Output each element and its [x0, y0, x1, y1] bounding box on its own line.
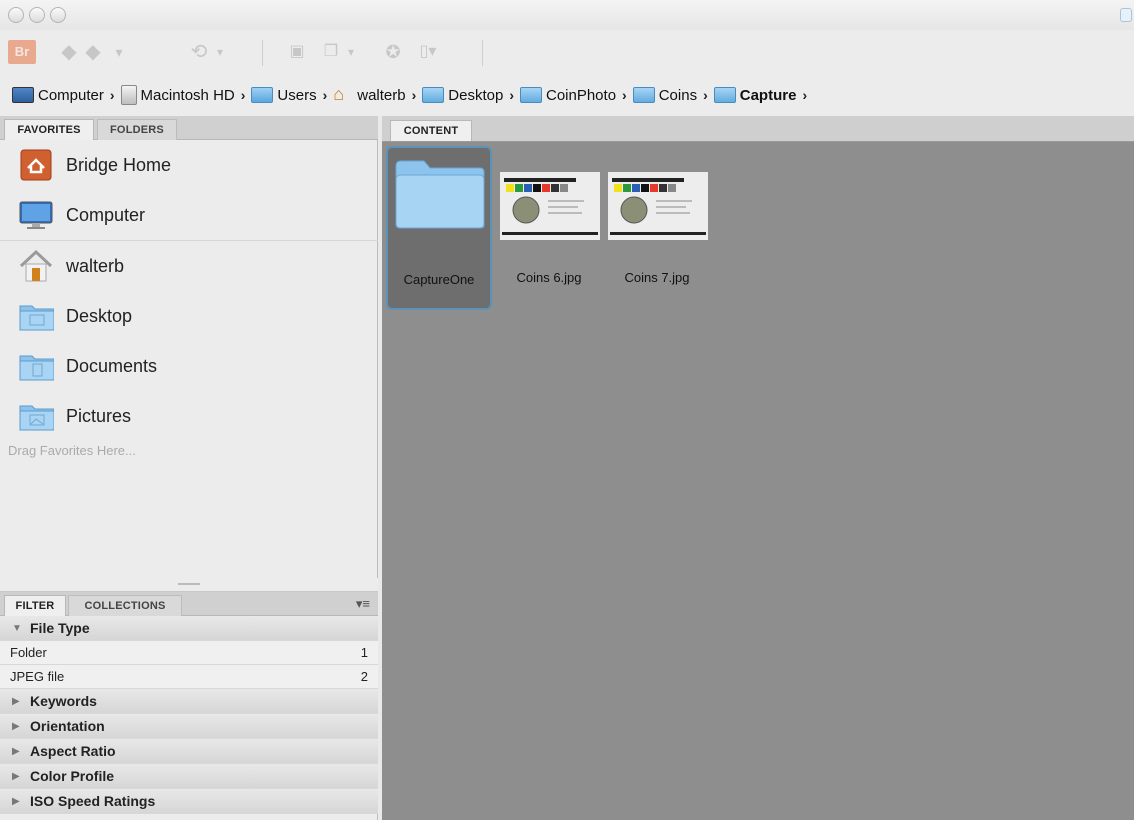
users-folder-icon	[251, 87, 274, 103]
path-bar: Computer › Macintosh HD › Users › ⌂ walterb…	[0, 74, 1134, 116]
disclosure-closed-icon: ▶	[12, 770, 20, 782]
home-icon	[18, 248, 54, 284]
close-icon[interactable]	[8, 7, 24, 23]
toolbar-toggle-icon[interactable]	[1120, 8, 1132, 22]
filter-color-profile-header[interactable]: ▶ Color Profile	[0, 764, 378, 789]
tab-filter[interactable]: FILTER	[4, 595, 66, 616]
tab-favorites[interactable]: FAVORITES	[4, 119, 94, 140]
tab-content[interactable]: CONTENT	[390, 120, 472, 141]
home-icon: ⌂	[333, 84, 345, 104]
content-panel: CONTENT CaptureOne Coins 6.jpg Coins 7.j…	[382, 116, 1134, 820]
favorite-computer[interactable]: Computer	[0, 190, 378, 240]
folder-icon	[713, 87, 736, 103]
panel-splitter[interactable]	[0, 578, 378, 592]
breadcrumb-capture[interactable]: Capture ›	[713, 87, 807, 104]
refine-dropdown-icon[interactable]: ▾	[344, 40, 358, 64]
computer-icon	[12, 87, 34, 103]
drag-favorites-hint: Drag Favorites Here...	[8, 443, 136, 458]
left-panel: FAVORITES FOLDERS Bridge Home Computer w…	[0, 116, 378, 820]
tab-folders[interactable]: FOLDERS	[97, 119, 177, 140]
breadcrumb-walterb[interactable]: ⌂ walterb ›	[333, 84, 416, 104]
disclosure-closed-icon: ▶	[12, 745, 20, 757]
disclosure-closed-icon: ▶	[12, 720, 20, 732]
thumbnail-coins-6[interactable]: Coins 6.jpg	[496, 146, 602, 310]
folder-icon	[18, 348, 54, 384]
breadcrumb-desktop[interactable]: Desktop ›	[422, 87, 514, 104]
folder-icon	[519, 87, 542, 103]
zoom-icon[interactable]	[50, 7, 66, 23]
coin-photo-thumbnail	[500, 172, 600, 245]
reveal-dropdown-icon[interactable]: ▾	[213, 40, 227, 64]
favorites-list: Bridge Home Computer walterb Desktop Doc…	[0, 140, 378, 461]
rotate-icon[interactable]: ✪	[382, 40, 404, 64]
favorite-walterb[interactable]: walterb	[0, 241, 378, 291]
bridge-window: Br ◆ ◆ ▾ ⟲ ▾ ▣ ❐ ▾ ✪ ▯▾ Computer › Macint…	[0, 0, 1134, 820]
favorite-desktop[interactable]: Desktop	[0, 291, 378, 341]
toolbar-separator	[482, 40, 483, 66]
filter-tab-strip: FILTER COLLECTIONS ▾≡	[0, 592, 378, 616]
filter-aspect-ratio-header[interactable]: ▶ Aspect Ratio	[0, 739, 378, 764]
computer-icon	[18, 197, 54, 233]
filter-orientation-header[interactable]: ▶ Orientation	[0, 714, 378, 739]
breadcrumb-computer[interactable]: Computer ›	[12, 87, 115, 104]
breadcrumb-coinphoto[interactable]: CoinPhoto ›	[519, 87, 627, 104]
breadcrumb-macintosh-hd[interactable]: Macintosh HD ›	[120, 85, 245, 105]
bridge-logo[interactable]: Br	[8, 40, 36, 64]
bridge-home-icon	[18, 147, 54, 183]
panel-menu-icon[interactable]: ▾≡	[356, 596, 370, 612]
filter-iso-speed-header[interactable]: ▶ ISO Speed Ratings	[0, 789, 378, 814]
favorite-documents[interactable]: Documents	[0, 341, 378, 391]
thumbnail-captureone[interactable]: CaptureOne	[386, 146, 492, 310]
minimize-icon[interactable]	[29, 7, 45, 23]
breadcrumb-coins[interactable]: Coins ›	[632, 87, 708, 104]
folder-icon	[394, 158, 486, 235]
toolbar: Br ◆ ◆ ▾ ⟲ ▾ ▣ ❐ ▾ ✪ ▯▾	[0, 30, 1134, 74]
disclosure-closed-icon: ▶	[12, 695, 20, 707]
title-bar	[0, 0, 1134, 30]
coin-photo-thumbnail	[608, 172, 708, 245]
camera-import-icon[interactable]: ▣	[284, 40, 310, 64]
history-dropdown-icon[interactable]: ▾	[110, 40, 128, 64]
thumbnail-coins-7[interactable]: Coins 7.jpg	[604, 146, 710, 310]
toolbar-separator	[262, 40, 263, 66]
forward-arrow-icon[interactable]: ◆	[82, 40, 104, 64]
breadcrumb-users[interactable]: Users ›	[251, 87, 327, 104]
filter-item-jpeg[interactable]: JPEG file 2	[0, 665, 378, 689]
filter-file-type-header[interactable]: ▼ File Type	[0, 616, 378, 641]
disclosure-closed-icon: ▶	[12, 795, 20, 807]
content-tab-strip: CONTENT	[382, 116, 1134, 142]
filter-panel: FILTER COLLECTIONS ▾≡ ▼ File Type Folder…	[0, 592, 378, 820]
favorite-bridge-home[interactable]: Bridge Home	[0, 140, 378, 190]
back-arrow-icon[interactable]: ◆	[58, 40, 80, 64]
favorite-pictures[interactable]: Pictures	[0, 391, 378, 441]
tab-collections[interactable]: COLLECTIONS	[68, 595, 182, 616]
output-icon[interactable]: ▯▾	[410, 40, 446, 64]
folder-icon	[18, 398, 54, 434]
filter-item-folder[interactable]: Folder 1	[0, 641, 378, 665]
folder-icon	[632, 87, 655, 103]
folder-icon	[422, 87, 445, 103]
reveal-icon[interactable]: ⟲	[186, 40, 212, 64]
folder-icon	[18, 298, 54, 334]
disclosure-open-icon: ▼	[12, 622, 22, 634]
favorites-tab-strip: FAVORITES FOLDERS	[0, 116, 378, 140]
filter-keywords-header[interactable]: ▶ Keywords	[0, 689, 378, 714]
hard-drive-icon	[120, 85, 137, 105]
refine-icon[interactable]: ❐	[320, 40, 342, 64]
